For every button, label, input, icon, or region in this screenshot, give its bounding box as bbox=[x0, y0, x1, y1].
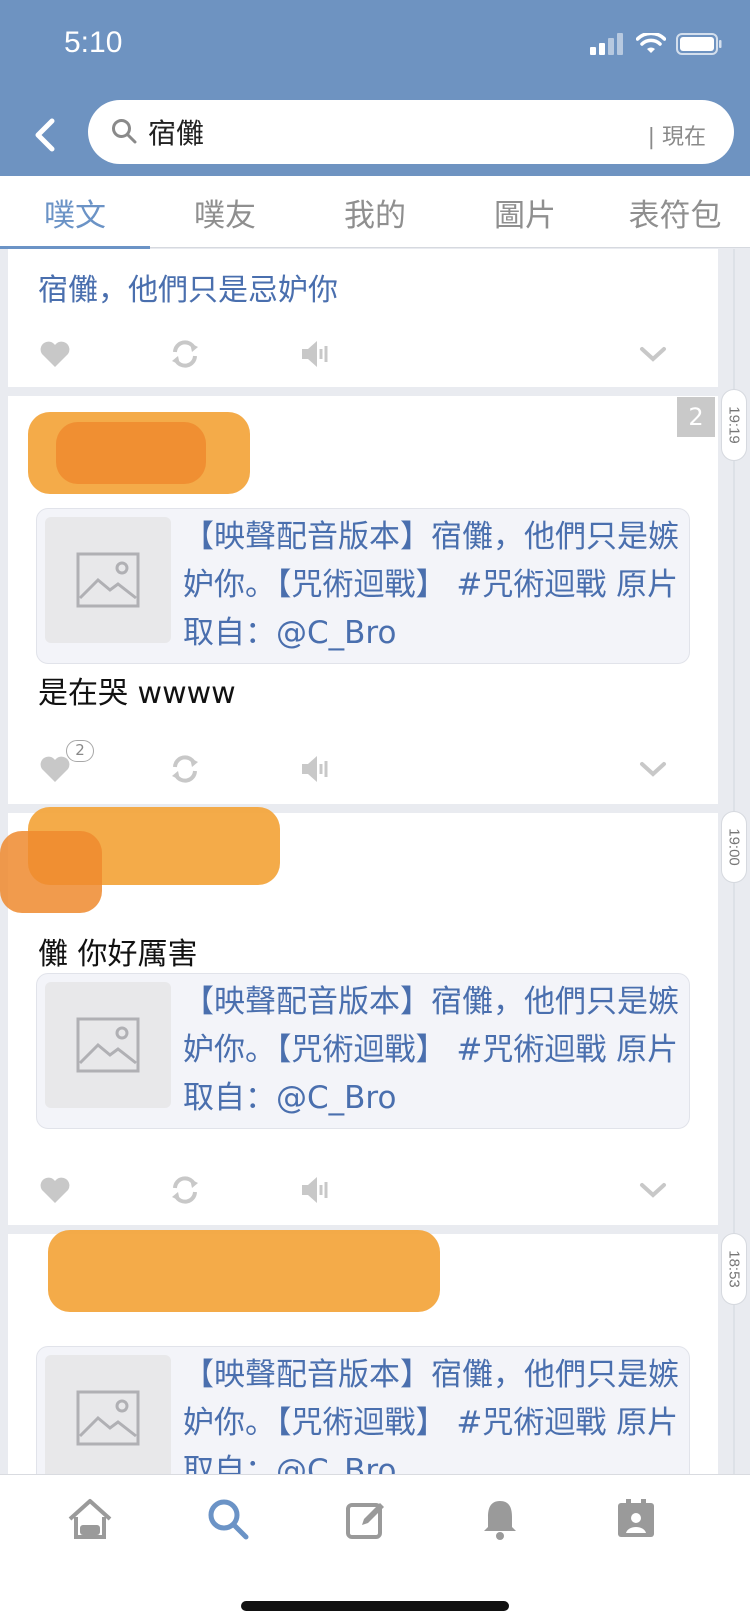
plurk-card[interactable]: 儺 你好厲害 【映聲配音版本】宿儺，他們只是嫉妒你。【咒術迴戰】 #咒術迴戰 原… bbox=[0, 807, 718, 1225]
mute-icon[interactable] bbox=[298, 752, 332, 786]
search-scope[interactable]: | 現在 bbox=[648, 119, 706, 151]
tab-friends[interactable]: 噗友 bbox=[150, 176, 300, 248]
link-preview-card[interactable]: 【映聲配音版本】宿儺，他們只是嫉妒你。【咒術迴戰】 #咒術迴戰 原片取自：@C_… bbox=[36, 973, 690, 1129]
response-count-badge[interactable]: 2 bbox=[677, 397, 715, 437]
timestamp-marker: 18:53 bbox=[721, 1233, 747, 1305]
battery-icon bbox=[676, 33, 722, 55]
replurk-icon[interactable] bbox=[168, 337, 202, 371]
header: 5:10 宿儺 | 現在 bbox=[0, 0, 750, 176]
search-query: 宿儺 bbox=[148, 117, 205, 150]
signal-icon bbox=[590, 33, 623, 55]
wifi-icon bbox=[636, 33, 666, 53]
timestamp: 18:53 bbox=[725, 1250, 743, 1288]
chevron-down-icon[interactable] bbox=[636, 337, 670, 371]
profile-card-icon[interactable] bbox=[612, 1495, 660, 1543]
redacted-username bbox=[48, 1230, 440, 1312]
back-button[interactable] bbox=[22, 108, 66, 162]
chevron-down-icon[interactable] bbox=[636, 752, 670, 786]
search-icon bbox=[112, 119, 137, 144]
redacted-username-overlay bbox=[56, 422, 206, 484]
home-indicator bbox=[241, 1601, 509, 1611]
link-title: 【映聲配音版本】宿儺，他們只是嫉妒你。【咒術迴戰】 #咒術迴戰 原片取自：@C_… bbox=[183, 984, 679, 1116]
plurk-card[interactable]: 宿儺，他們只是忌妒你 bbox=[8, 249, 718, 387]
bell-icon[interactable] bbox=[476, 1495, 524, 1543]
replurk-icon[interactable] bbox=[168, 752, 202, 786]
timestamp: 19:00 bbox=[725, 828, 743, 866]
plurk-content: 是在哭 wwww bbox=[38, 676, 236, 711]
like-count-badge: 2 bbox=[66, 740, 94, 762]
compose-icon[interactable] bbox=[342, 1495, 390, 1543]
plurk-card[interactable]: 【映聲配音版本】宿儺，他們只是嫉妒你。【咒術迴戰】 #咒術迴戰 原片取自：@C_… bbox=[8, 396, 718, 804]
plurk-actions bbox=[8, 329, 718, 379]
link-title: 【映聲配音版本】宿儺，他們只是嫉妒你。【咒術迴戰】 #咒術迴戰 原片取自：@C_… bbox=[183, 519, 679, 651]
status-time: 5:10 bbox=[64, 26, 123, 59]
tab-bar: 噗文 噗友 我的 圖片 表符包 bbox=[0, 176, 750, 249]
replurk-icon[interactable] bbox=[168, 1173, 202, 1207]
status-icons bbox=[590, 30, 722, 58]
mute-icon[interactable] bbox=[298, 337, 332, 371]
timestamp: 19:19 bbox=[725, 406, 743, 444]
chevron-down-icon[interactable] bbox=[636, 1173, 670, 1207]
heart-icon[interactable] bbox=[38, 337, 72, 371]
search-results-feed[interactable]: 宿儺，他們只是忌妒你 【映聲配音版本】宿儺，他們只是嫉妒你。【咒術迴戰】 #咒術… bbox=[0, 249, 750, 1474]
plurk-card[interactable]: 【映聲配音版本】宿儺，他們只是嫉妒你。【咒術迴戰】 #咒術迴戰 原片取自：@C_… bbox=[8, 1230, 718, 1474]
tab-mine[interactable]: 我的 bbox=[300, 176, 450, 248]
plurk-actions: 2 bbox=[8, 740, 718, 794]
timestamp-marker: 19:19 bbox=[721, 389, 747, 461]
home-icon[interactable] bbox=[66, 1495, 114, 1543]
link-thumbnail bbox=[45, 517, 171, 643]
link-thumbnail bbox=[45, 1355, 171, 1474]
plurk-actions bbox=[8, 1165, 718, 1215]
chevron-left-icon bbox=[35, 118, 55, 152]
link-preview-card[interactable]: 【映聲配音版本】宿儺，他們只是嫉妒你。【咒術迴戰】 #咒術迴戰 原片取自：@C_… bbox=[36, 508, 690, 664]
redacted-avatar bbox=[0, 831, 102, 913]
plurk-content: 宿儺，他們只是忌妒你 bbox=[38, 273, 338, 308]
tab-plurks[interactable]: 噗文 bbox=[0, 176, 150, 249]
timestamp-marker: 19:00 bbox=[721, 811, 747, 883]
search-icon[interactable] bbox=[204, 1495, 252, 1543]
tab-emoticons[interactable]: 表符包 bbox=[600, 176, 750, 248]
link-title: 【映聲配音版本】宿儺，他們只是嫉妒你。【咒術迴戰】 #咒術迴戰 原片取自：@C_… bbox=[183, 1357, 679, 1474]
image-placeholder-icon bbox=[76, 1017, 140, 1073]
link-thumbnail bbox=[45, 982, 171, 1108]
mute-icon[interactable] bbox=[298, 1173, 332, 1207]
search-input[interactable]: 宿儺 | 現在 bbox=[88, 100, 734, 164]
image-placeholder-icon bbox=[76, 1390, 140, 1446]
image-placeholder-icon bbox=[76, 552, 140, 608]
tab-images[interactable]: 圖片 bbox=[450, 176, 600, 248]
link-preview-card[interactable]: 【映聲配音版本】宿儺，他們只是嫉妒你。【咒術迴戰】 #咒術迴戰 原片取自：@C_… bbox=[36, 1346, 690, 1474]
plurk-content: 儺 你好厲害 bbox=[38, 937, 198, 972]
heart-icon[interactable] bbox=[38, 1173, 72, 1207]
